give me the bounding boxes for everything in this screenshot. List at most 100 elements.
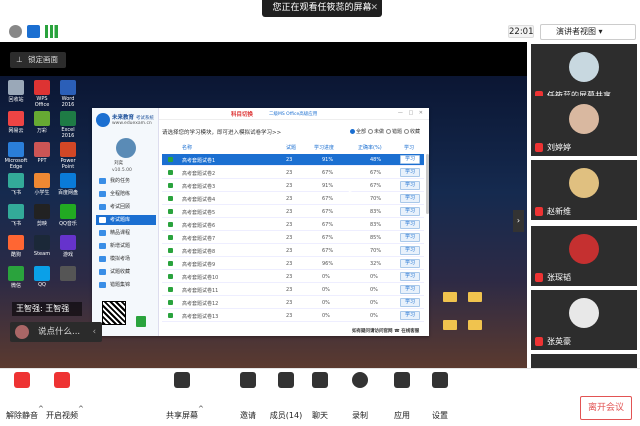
study-button[interactable]: 学习 <box>400 168 420 177</box>
share-screen-icon[interactable] <box>174 372 190 388</box>
table-row[interactable]: 高考套题试卷6 23 67% 83% 学习 <box>162 219 424 231</box>
participant-tile[interactable]: 任筱蕊的屏幕共享 <box>531 44 637 104</box>
filter-radio[interactable]: 全部 <box>350 128 366 135</box>
desktop-app-icon[interactable] <box>8 173 24 188</box>
table-row[interactable]: 高考套题试卷4 23 67% 70% 学习 <box>162 193 424 205</box>
info-icon[interactable] <box>9 25 22 38</box>
desktop-app-icon[interactable] <box>34 204 50 219</box>
desktop-app-icon[interactable] <box>60 235 76 250</box>
record-button[interactable]: 录制 <box>338 410 382 421</box>
study-button[interactable]: 学习 <box>400 155 420 164</box>
table-row[interactable]: 高考套题试卷8 23 67% 70% 学习 <box>162 245 424 257</box>
filter-radio[interactable]: 未做 <box>368 128 384 135</box>
sidebar-menu-item[interactable]: 精品课程 <box>96 228 156 238</box>
sidebar-menu-item[interactable]: 考试题库 <box>96 215 156 225</box>
participant-tile[interactable]: 张琛韬 <box>531 226 637 286</box>
download-icon[interactable] <box>136 316 146 327</box>
participant-tile[interactable]: 赵新维 <box>531 160 637 220</box>
study-button[interactable]: 学习 <box>400 285 420 294</box>
chat-button[interactable]: 聊天 <box>298 410 342 421</box>
table-row[interactable]: 高考套题试卷1 23 91% 48% 学习 <box>162 154 424 166</box>
desktop-app-icon[interactable] <box>60 142 76 157</box>
chevron-left-icon[interactable]: ‹ <box>93 322 96 342</box>
study-button[interactable]: 学习 <box>400 220 420 229</box>
study-button[interactable]: 学习 <box>400 181 420 190</box>
table-row[interactable]: 高考套题试卷10 23 0% 0% 学习 <box>162 271 424 283</box>
folder-icon[interactable] <box>468 292 482 302</box>
chat-input-bar[interactable]: 说点什么... ‹ <box>10 322 102 342</box>
participant-tile[interactable]: 张英豪 <box>531 290 637 350</box>
desktop-app-icon[interactable] <box>34 173 50 188</box>
participant-tile[interactable] <box>531 354 637 368</box>
desktop-app-icon[interactable] <box>60 173 76 188</box>
desktop-app-icon[interactable] <box>60 80 76 95</box>
apps-icon[interactable] <box>394 372 410 388</box>
window-controls[interactable]: — □ ✕ <box>398 110 425 116</box>
desktop-app-icon[interactable] <box>34 80 50 95</box>
sidebar-menu-item[interactable]: 模拟考场 <box>96 254 156 264</box>
desktop-app-icon[interactable] <box>60 111 76 126</box>
participants-icon[interactable] <box>278 372 294 388</box>
app-footer[interactable]: 如有疑问请访问官网 ☎ 在线客服 <box>352 328 419 334</box>
sidebar-menu-item[interactable]: 全程陪练 <box>96 189 156 199</box>
record-icon[interactable] <box>352 372 368 388</box>
chat-icon[interactable] <box>312 372 328 388</box>
table-row[interactable]: 高考套题试卷5 23 67% 83% 学习 <box>162 206 424 218</box>
study-button[interactable]: 学习 <box>400 207 420 216</box>
desktop-app-icon[interactable] <box>8 142 24 157</box>
table-row[interactable]: 高考套题试卷2 23 67% 67% 学习 <box>162 167 424 179</box>
table-row[interactable]: 高考套题试卷13 23 0% 0% 学习 <box>162 310 424 322</box>
study-button[interactable]: 学习 <box>400 194 420 203</box>
study-button[interactable]: 学习 <box>400 298 420 307</box>
sidebar-menu-item[interactable]: 错题集锦 <box>96 280 156 290</box>
folder-icon[interactable] <box>443 292 457 302</box>
study-button[interactable]: 学习 <box>400 311 420 320</box>
study-button[interactable]: 学习 <box>400 233 420 242</box>
desktop-app-icon[interactable] <box>34 111 50 126</box>
lock-screen-button[interactable]: ⊥ 锁定画面 <box>10 52 66 68</box>
video-camera-icon[interactable] <box>54 372 70 388</box>
study-button[interactable]: 学习 <box>400 259 420 268</box>
chevron-right-icon[interactable]: › <box>513 210 524 232</box>
table-row[interactable]: 高考套题试卷9 23 96% 32% 学习 <box>162 258 424 270</box>
desktop-app-icon[interactable] <box>8 266 24 281</box>
study-button[interactable]: 学习 <box>400 272 420 281</box>
view-mode-button[interactable]: 演讲者视图 ▾ <box>540 24 636 40</box>
desktop-app-icon[interactable] <box>8 80 24 95</box>
sidebar-menu-item[interactable]: 新增试题 <box>96 241 156 251</box>
table-row[interactable]: 高考套题试卷11 23 0% 0% 学习 <box>162 284 424 296</box>
tab-subject-switch[interactable]: 科目切换 <box>231 110 253 118</box>
close-icon[interactable]: ✕ <box>370 0 378 17</box>
desktop-app-icon[interactable] <box>34 142 50 157</box>
avatar[interactable] <box>116 138 136 158</box>
participant-tile[interactable]: 刘婷婷 <box>531 96 637 156</box>
study-button[interactable]: 学习 <box>400 246 420 255</box>
sidebar-menu-item[interactable]: 试题收藏 <box>96 267 156 277</box>
settings-icon[interactable] <box>432 372 448 388</box>
invite-icon[interactable] <box>240 372 256 388</box>
settings-button[interactable]: 设置 <box>418 410 462 421</box>
shield-icon[interactable] <box>27 25 40 38</box>
desktop-app-icon[interactable] <box>60 266 76 281</box>
sidebar-menu-item[interactable]: 我的任务 <box>96 176 156 186</box>
folder-icon[interactable] <box>443 320 457 330</box>
microphone-icon[interactable] <box>14 372 30 388</box>
leave-meeting-button[interactable]: 离开会议 <box>580 396 632 420</box>
desktop-app-icon[interactable] <box>8 235 24 250</box>
desktop-app-icon[interactable] <box>8 111 24 126</box>
desktop-app-icon[interactable] <box>34 266 50 281</box>
chevron-up-icon[interactable]: ^ <box>38 405 44 413</box>
folder-icon[interactable] <box>468 320 482 330</box>
chevron-up-icon[interactable]: ^ <box>78 405 84 413</box>
sidebar-menu-item[interactable]: 考试回顾 <box>96 202 156 212</box>
filter-radio[interactable]: 收藏 <box>404 128 420 135</box>
desktop-app-icon[interactable] <box>60 204 76 219</box>
table-row[interactable]: 高考套题试卷7 23 67% 85% 学习 <box>162 232 424 244</box>
filter-radio[interactable]: 错题 <box>386 128 402 135</box>
table-scrollbar[interactable] <box>426 154 429 214</box>
desktop-app-icon[interactable] <box>34 235 50 250</box>
desktop-app-icon[interactable] <box>8 204 24 219</box>
table-row[interactable]: 高考套题试卷3 23 91% 67% 学习 <box>162 180 424 192</box>
table-row[interactable]: 高考套题试卷12 23 0% 0% 学习 <box>162 297 424 309</box>
chevron-up-icon[interactable]: ^ <box>198 405 204 413</box>
